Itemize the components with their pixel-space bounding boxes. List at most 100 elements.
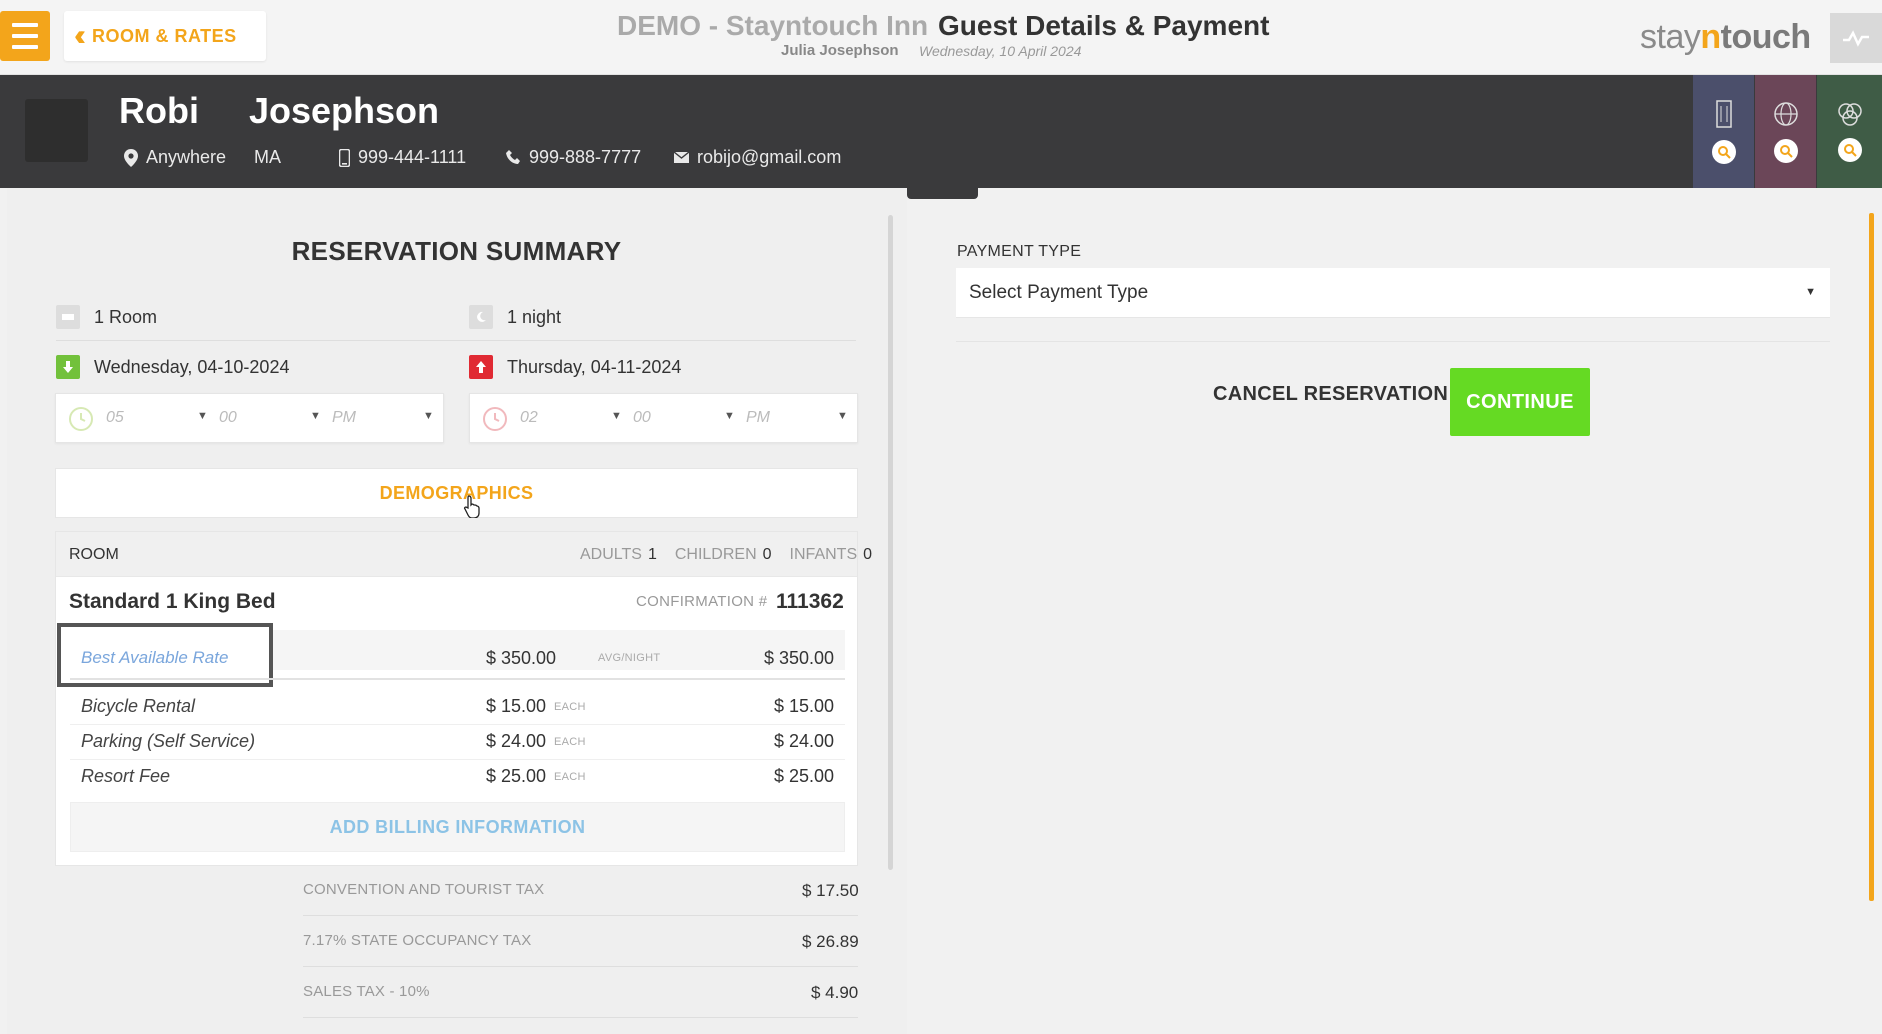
departure-time-selector: 02 ▼ 00 ▼ PM ▼ — [469, 393, 858, 443]
right-scrollbar[interactable] — [1869, 213, 1874, 901]
hotel-title: DEMO - Stayntouch Inn — [617, 10, 929, 41]
payment-type-label: PAYMENT TYPE — [957, 243, 1082, 260]
guest-state: MA — [254, 147, 282, 167]
rooms-count: 1 Room — [56, 305, 157, 329]
departure-minute-select[interactable]: 00 — [633, 409, 651, 427]
guest-mobile: 999-444-1111 — [339, 147, 466, 168]
addon-name: Bicycle Rental — [81, 696, 196, 716]
moon-icon — [469, 305, 493, 329]
search-icon — [1773, 138, 1798, 163]
arrival-ampm-select[interactable]: PM — [332, 409, 356, 427]
arrival-hour-select[interactable]: 05 — [106, 409, 124, 427]
addon-name: Parking (Self Service) — [81, 731, 256, 751]
demographics-button[interactable]: DEMOGRAPHICS — [55, 468, 858, 518]
infants-count: 0 — [863, 546, 873, 563]
guest-email: robijo@gmail.com — [674, 147, 841, 168]
user-name: Julia Josephson — [781, 42, 899, 59]
divider — [303, 1017, 858, 1018]
travel-agent-tab[interactable] — [1755, 75, 1816, 188]
building-icon — [1715, 99, 1732, 128]
phone-icon — [506, 150, 520, 164]
tax-value: $ 17.50 — [802, 881, 859, 900]
divider — [303, 966, 858, 967]
top-bar: ‹‹ ROOM & RATES DEMO - Stayntouch Inn Gu… — [0, 0, 1882, 75]
page-title: Guest Details & Payment — [938, 10, 1270, 41]
addon-name: Resort Fee — [81, 766, 171, 786]
room-icon — [56, 305, 80, 329]
clock-icon — [483, 407, 507, 431]
arrival-time-selector: 05 ▼ 00 ▼ PM ▼ — [55, 393, 444, 443]
tax-label: 7.17% STATE OCCUPANCY TAX — [303, 932, 532, 949]
addon-unit: EACH — [554, 701, 586, 713]
tax-label: SALES TAX - 10% — [303, 983, 430, 1000]
envelope-icon — [674, 152, 689, 163]
departure-arrow-icon — [469, 355, 493, 379]
reservation-summary-title: RESERVATION SUMMARY — [291, 236, 622, 266]
cancel-reservation-button[interactable]: CANCEL RESERVATION — [1213, 383, 1448, 406]
rate-name-link[interactable]: Best Available Rate — [81, 648, 228, 668]
divider — [56, 340, 856, 341]
room-type: Standard 1 King Bed — [69, 590, 276, 613]
payment-type-select[interactable]: Select Payment Type ▼ — [956, 268, 1830, 318]
rate-unit: AVG/NIGHT — [598, 652, 661, 664]
departure-ampm-select[interactable]: PM — [746, 409, 770, 427]
nights-count: 1 night — [469, 305, 561, 329]
room-card: ROOM ADULTS 1 CHILDREN 0 INFANTS 0 Standard… — [55, 531, 872, 866]
adults-count: 1 — [647, 546, 657, 563]
confirmation-label: CONFIRMATION # — [636, 593, 768, 610]
circles-icon — [1837, 102, 1862, 126]
avatar[interactable] — [25, 99, 88, 162]
search-icon — [1711, 139, 1736, 164]
children-count: 0 — [762, 546, 772, 563]
departure-hour-select[interactable]: 02 — [520, 409, 538, 427]
tax-value: $ 4.90 — [811, 983, 859, 1002]
add-billing-information-button[interactable]: ADD BILLING INFORMATION — [70, 802, 845, 852]
guest-header: Robi Josephson Anywhere MA 999-444-1111 … — [0, 75, 1882, 188]
continue-button[interactable]: CONTINUE — [1450, 368, 1590, 436]
back-label: ROOM & RATES — [91, 25, 237, 46]
guest-last-name[interactable]: Josephson — [249, 90, 439, 132]
divider — [303, 915, 858, 916]
chevron-down-icon: ▼ — [1805, 286, 1816, 298]
tax-label: CONVENTION AND TOURIST TAX — [303, 881, 545, 898]
divider — [70, 759, 845, 760]
guest-phone: 999-888-7777 — [506, 147, 641, 168]
addon-unit: EACH — [554, 771, 586, 783]
rate-price: $ 350.00 — [486, 648, 557, 668]
chevron-double-left-icon: ‹‹ — [74, 19, 86, 52]
addon-unit: EACH — [554, 736, 586, 748]
search-icon — [1837, 137, 1862, 162]
location-pin-icon — [124, 148, 138, 167]
activity-icon — [1843, 30, 1869, 47]
back-room-rates-button[interactable]: ‹‹ ROOM & RATES — [64, 11, 266, 61]
arrival-arrow-icon — [56, 355, 80, 379]
room-section-label: ROOM — [69, 546, 119, 563]
arrival-date: Wednesday, 04-10-2024 — [56, 355, 289, 379]
departure-date: Thursday, 04-11-2024 — [469, 355, 681, 379]
chevron-down-icon: ▼ — [611, 410, 622, 422]
addon-price: $ 25.00 — [486, 766, 547, 786]
cursor-hand-icon — [463, 495, 480, 518]
left-scrollbar[interactable] — [888, 215, 893, 870]
chevron-down-icon: ▼ — [197, 410, 208, 422]
activity-button[interactable] — [1830, 13, 1882, 63]
panel-handle[interactable] — [907, 188, 978, 199]
menu-button[interactable] — [0, 11, 50, 61]
addon-total: $ 24.00 — [774, 731, 835, 751]
guest-address: Anywhere MA — [124, 147, 281, 168]
clock-icon — [69, 407, 93, 431]
rate-total: $ 350.00 — [764, 648, 835, 668]
chevron-down-icon: ▼ — [423, 410, 434, 422]
divider — [956, 341, 1830, 342]
chevron-down-icon: ▼ — [837, 410, 848, 422]
addon-price: $ 15.00 — [486, 696, 547, 716]
addon-total: $ 15.00 — [774, 696, 835, 716]
arrival-minute-select[interactable]: 00 — [219, 409, 237, 427]
globe-icon — [1773, 101, 1798, 126]
group-tab[interactable] — [1817, 75, 1882, 188]
guest-city: Anywhere — [146, 147, 227, 167]
company-card-tab[interactable] — [1693, 75, 1754, 188]
addon-price: $ 24.00 — [486, 731, 547, 751]
mobile-phone-icon — [339, 148, 350, 167]
guest-first-name[interactable]: Robi — [119, 90, 199, 132]
